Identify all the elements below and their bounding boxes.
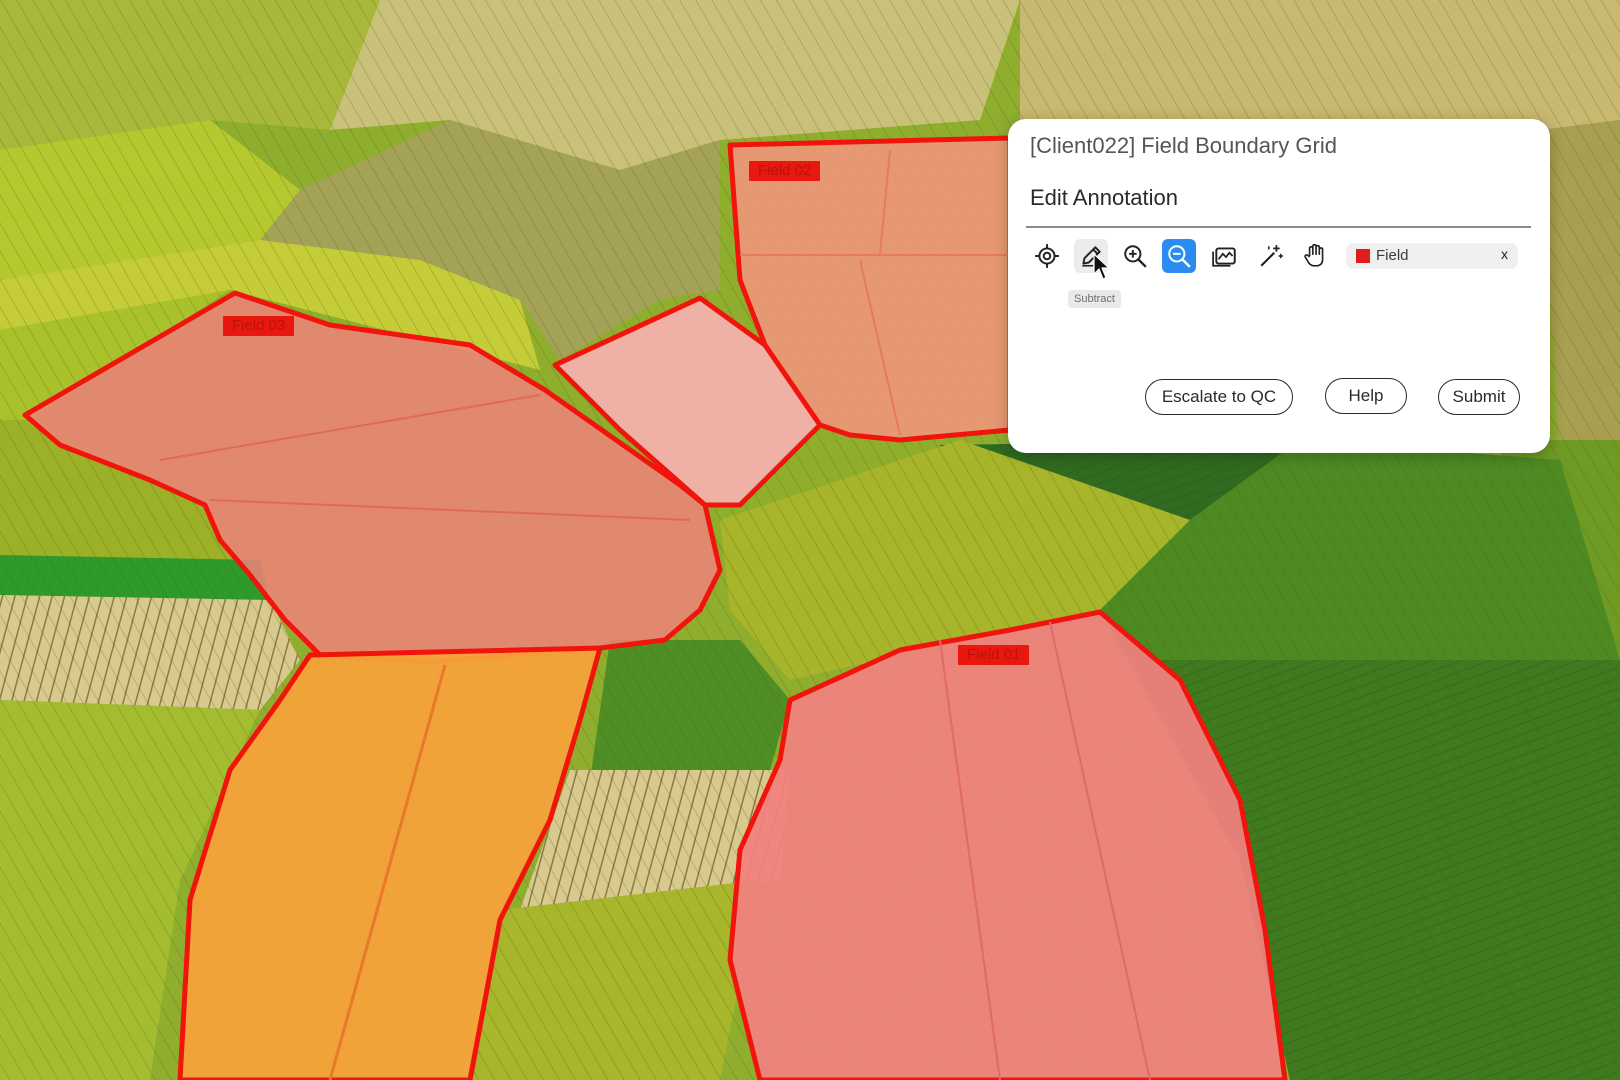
hand-icon bbox=[1304, 243, 1324, 267]
magic-wand-icon bbox=[1260, 245, 1283, 267]
crosshair-target-icon bbox=[1035, 244, 1059, 268]
annotation-label-field-03: Field 03 bbox=[223, 316, 295, 336]
image-tool-button[interactable] bbox=[1208, 239, 1242, 273]
label-color-swatch bbox=[1356, 249, 1370, 263]
zoom-in-tool-button[interactable] bbox=[1118, 239, 1152, 273]
tool-tooltip: Subtract bbox=[1068, 290, 1121, 308]
panel-heading: Edit Annotation bbox=[1030, 185, 1179, 210]
label-chip-remove-button[interactable]: x bbox=[1501, 246, 1508, 262]
zoom-out-icon bbox=[1168, 245, 1191, 268]
annotation-label-field-01: Field 01 bbox=[958, 645, 1030, 665]
project-title: [Client022] Field Boundary Grid bbox=[1030, 133, 1337, 158]
edit-annotation-panel: [Client022] Field Boundary Grid Edit Ann… bbox=[1008, 119, 1550, 453]
mouse-cursor-icon bbox=[1093, 253, 1110, 280]
help-button[interactable]: Help bbox=[1325, 378, 1407, 414]
label-chip[interactable]: Field x bbox=[1346, 243, 1518, 269]
pan-tool-button[interactable] bbox=[1298, 239, 1332, 273]
annotation-label-field-02: Field 02 bbox=[749, 161, 821, 181]
submit-button[interactable]: Submit bbox=[1438, 379, 1520, 415]
target-tool-button[interactable] bbox=[1030, 239, 1064, 273]
image-chart-icon bbox=[1212, 247, 1236, 267]
escalate-to-qc-button[interactable]: Escalate to QC bbox=[1145, 379, 1293, 415]
label-chip-text: Field bbox=[1376, 247, 1409, 264]
zoom-out-tool-button[interactable] bbox=[1162, 239, 1196, 273]
zoom-in-icon bbox=[1124, 245, 1147, 268]
magic-wand-tool-button[interactable] bbox=[1254, 239, 1288, 273]
divider bbox=[1026, 226, 1531, 228]
